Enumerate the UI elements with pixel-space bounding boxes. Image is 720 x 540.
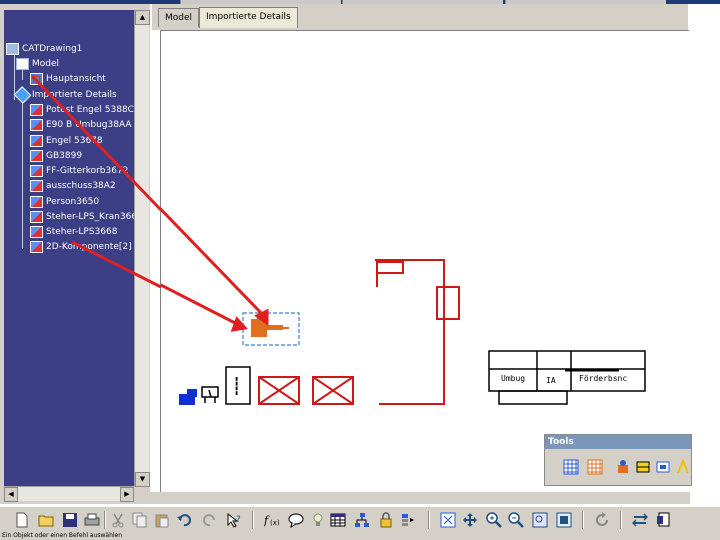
canvas-bottom-border [150, 492, 690, 504]
cut-icon[interactable] [110, 512, 126, 528]
toolbar-separator [582, 511, 584, 529]
snap-grid-icon[interactable] [587, 459, 603, 475]
pan-icon[interactable] [462, 512, 478, 528]
copy-icon[interactable] [132, 512, 148, 528]
grid-icon[interactable] [563, 459, 579, 475]
zoom-area-icon[interactable] [532, 512, 548, 528]
filter-generated-elements-icon[interactable] [635, 459, 651, 475]
fit-all-icon[interactable] [440, 512, 456, 528]
paste-icon[interactable] [154, 512, 170, 528]
comment-icon[interactable] [288, 512, 304, 528]
svg-text:?: ? [236, 515, 241, 525]
analysis-display-mode-icon[interactable] [655, 459, 671, 475]
light-icon[interactable] [310, 512, 326, 528]
table-icon[interactable] [330, 512, 346, 528]
annotation-arrow-line [71, 240, 162, 289]
formula-icon[interactable]: f (x) [264, 512, 280, 528]
standard-toolbar: ? f (x) [0, 506, 720, 533]
zoom-in-icon[interactable] [486, 512, 502, 528]
save-icon[interactable] [62, 512, 78, 528]
toolbar-separator [428, 511, 430, 529]
undo-icon[interactable] [176, 512, 192, 528]
update-icon[interactable] [594, 512, 610, 528]
redo-icon[interactable] [202, 512, 218, 528]
catia-drawing-window: CATDrawing1 Model Hauptansicht Importier… [0, 0, 720, 540]
zoom-out-icon[interactable] [508, 512, 524, 528]
open-folder-icon[interactable] [38, 512, 54, 528]
sheet-icon[interactable] [656, 512, 672, 528]
dimension-mode-icon[interactable] [675, 459, 691, 475]
swap-icon[interactable] [632, 512, 648, 528]
rollup-icon[interactable] [400, 512, 416, 528]
toolbar-separator [252, 511, 254, 529]
create-detected-constraints-icon[interactable] [615, 459, 631, 475]
svg-text:(x): (x) [270, 519, 280, 527]
toolbar-separator [104, 511, 106, 529]
lock-icon[interactable] [378, 512, 394, 528]
tools-toolbar[interactable]: Tools [544, 434, 692, 486]
status-bar: Ein Objekt oder einen Befehl auswählen [0, 532, 720, 540]
whats-this-icon[interactable]: ? [226, 512, 242, 528]
new-file-icon[interactable] [14, 512, 30, 528]
print-icon[interactable] [84, 512, 100, 528]
annotation-arrow-line [30, 74, 163, 212]
tools-toolbar-title: Tools [545, 435, 691, 449]
normal-view-icon[interactable] [556, 512, 572, 528]
tree-icon[interactable] [354, 512, 370, 528]
toolbar-separator [620, 511, 622, 529]
